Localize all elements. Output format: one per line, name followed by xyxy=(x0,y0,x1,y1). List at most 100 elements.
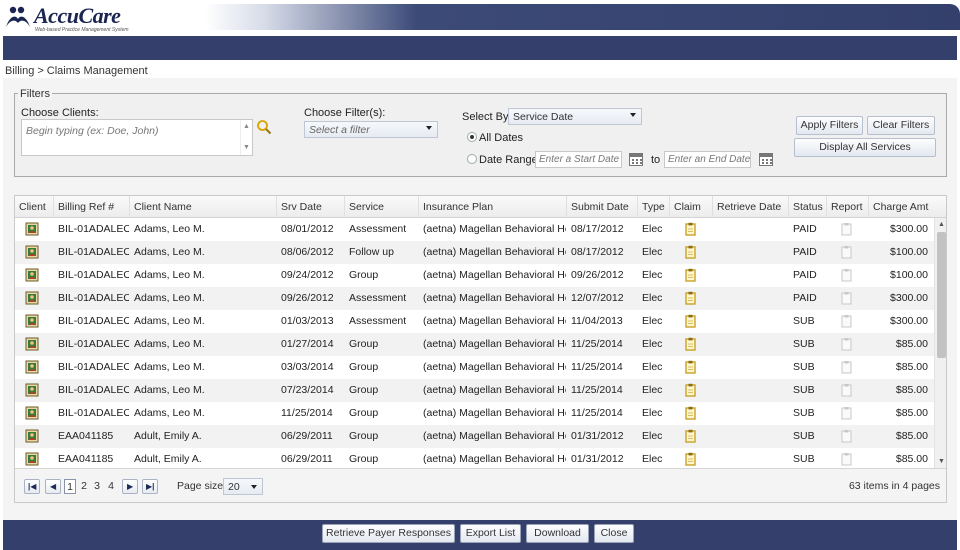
table-row[interactable]: BIL-01ADALEOM Adams, Leo M. 09/24/2012 Grou… xyxy=(15,264,934,287)
scroll-down-icon[interactable]: ▼ xyxy=(938,458,945,465)
clipboard-icon[interactable] xyxy=(685,314,696,328)
report-clipboard-icon[interactable] xyxy=(841,383,852,397)
retrieve-payer-responses-button[interactable]: Retrieve Payer Responses xyxy=(322,524,455,543)
client-search-placeholder: Begin typing (ex: Doe, John) xyxy=(26,125,159,137)
column-header-billing-ref[interactable]: Billing Ref # xyxy=(53,196,129,218)
submit-date-cell: 11/04/2013 xyxy=(571,315,623,327)
start-date-input[interactable]: Enter a Start Date xyxy=(535,151,622,168)
apply-filters-button[interactable]: Apply Filters xyxy=(796,116,863,135)
client-search-input[interactable]: Begin typing (ex: Doe, John) ▲ ▼ xyxy=(21,119,253,156)
report-clipboard-icon[interactable] xyxy=(841,291,852,305)
report-clipboard-icon[interactable] xyxy=(841,429,852,443)
client-record-icon[interactable] xyxy=(25,429,39,443)
table-row[interactable]: BIL-01ADALEOM Adams, Leo M. 08/01/2012 Asse… xyxy=(15,218,934,241)
column-header-client-name[interactable]: Client Name xyxy=(129,196,276,218)
last-page-button[interactable]: ▶| xyxy=(142,479,158,494)
page-number[interactable]: 1 xyxy=(64,479,76,494)
column-header-retrieve-date[interactable]: Retrieve Date xyxy=(712,196,788,218)
report-clipboard-icon[interactable] xyxy=(841,268,852,282)
column-header-report[interactable]: Report xyxy=(826,196,868,218)
client-record-icon[interactable] xyxy=(25,383,39,397)
table-row[interactable]: BIL-01ADALEOM Adams, Leo M. 01/27/2014 Grou… xyxy=(15,333,934,356)
clipboard-icon[interactable] xyxy=(685,222,696,236)
column-header-charge-amt[interactable]: Charge Amt xyxy=(868,196,946,218)
service-cell: Group xyxy=(349,430,379,442)
clipboard-icon[interactable] xyxy=(685,360,696,374)
breadcrumb-billing[interactable]: Billing xyxy=(5,65,34,77)
client-record-icon[interactable] xyxy=(25,360,39,374)
table-row[interactable]: BIL-01ADALEOM Adams, Leo M. 07/23/2014 Grou… xyxy=(15,379,934,402)
page-size-select[interactable]: 20 xyxy=(223,478,263,495)
column-header-service[interactable]: Service xyxy=(344,196,418,218)
app-logo[interactable]: AccuCare Web-based Practice Management S… xyxy=(4,3,204,33)
page-number[interactable]: 3 xyxy=(91,479,103,494)
first-page-button[interactable]: |◀ xyxy=(24,479,40,494)
clear-filters-button[interactable]: Clear Filters xyxy=(867,116,935,135)
column-header-insurance-plan[interactable]: Insurance Plan xyxy=(418,196,566,218)
client-record-icon[interactable] xyxy=(25,245,39,259)
display-all-services-button[interactable]: Display All Services xyxy=(794,138,936,157)
export-list-button[interactable]: Export List xyxy=(460,524,521,543)
clipboard-icon[interactable] xyxy=(685,337,696,351)
client-record-icon[interactable] xyxy=(25,337,39,351)
column-header-claim[interactable]: Claim xyxy=(669,196,712,218)
table-row[interactable]: EAA041185 Adult, Emily A. 06/29/2011 Group (… xyxy=(15,425,934,448)
clipboard-icon[interactable] xyxy=(685,268,696,282)
clipboard-icon[interactable] xyxy=(685,245,696,259)
column-header-type[interactable]: Type xyxy=(637,196,669,218)
page-number[interactable]: 4 xyxy=(105,479,117,494)
date-range-label[interactable]: Date Range xyxy=(479,154,538,166)
clipboard-icon[interactable] xyxy=(685,291,696,305)
table-row[interactable]: BIL-01ADALEOM Adams, Leo M. 01/03/2013 Asse… xyxy=(15,310,934,333)
report-clipboard-icon[interactable] xyxy=(841,360,852,374)
download-button[interactable]: Download xyxy=(526,524,589,543)
all-dates-radio[interactable] xyxy=(467,132,477,142)
table-row[interactable]: BIL-01ADALEOM Adams, Leo M. 11/25/2014 Grou… xyxy=(15,402,934,425)
column-header-submit-date[interactable]: Submit Date xyxy=(566,196,637,218)
clipboard-icon[interactable] xyxy=(685,452,696,466)
client-box-scrollbar[interactable]: ▲ ▼ xyxy=(240,120,252,155)
table-row[interactable]: BIL-01ADALEOM Adams, Leo M. 08/06/2012 Foll… xyxy=(15,241,934,264)
select-by-dropdown[interactable]: Service Date xyxy=(508,108,642,125)
report-clipboard-icon[interactable] xyxy=(841,245,852,259)
clipboard-icon[interactable] xyxy=(685,429,696,443)
scroll-up-icon[interactable]: ▲ xyxy=(243,123,250,130)
grid-vertical-scrollbar[interactable]: ▲ ▼ xyxy=(934,218,946,468)
column-header-status[interactable]: Status xyxy=(788,196,826,218)
prev-page-button[interactable]: ◀ xyxy=(45,479,61,494)
search-icon[interactable] xyxy=(256,119,272,135)
report-clipboard-icon[interactable] xyxy=(841,222,852,236)
calendar-icon[interactable] xyxy=(629,153,643,166)
clipboard-icon[interactable] xyxy=(685,406,696,420)
scrollbar-thumb[interactable] xyxy=(937,232,946,358)
date-range-radio[interactable] xyxy=(467,154,477,164)
scroll-down-icon[interactable]: ▼ xyxy=(243,144,250,151)
report-clipboard-icon[interactable] xyxy=(841,406,852,420)
retrieve-date-cell xyxy=(712,287,788,310)
close-button[interactable]: Close xyxy=(594,524,634,543)
end-date-input[interactable]: Enter an End Date xyxy=(664,151,751,168)
client-record-icon[interactable] xyxy=(25,314,39,328)
client-record-icon[interactable] xyxy=(25,268,39,282)
client-record-icon[interactable] xyxy=(25,291,39,305)
column-header-client[interactable]: Client xyxy=(15,196,53,218)
table-row[interactable]: BIL-01ADALEOM Adams, Leo M. 03/03/2014 Grou… xyxy=(15,356,934,379)
report-clipboard-icon[interactable] xyxy=(841,314,852,328)
report-clipboard-icon[interactable] xyxy=(841,337,852,351)
type-cell: Elec xyxy=(642,315,663,327)
service-cell: Group xyxy=(349,453,379,465)
column-header-srv-date[interactable]: Srv Date xyxy=(276,196,344,218)
calendar-icon[interactable] xyxy=(759,153,773,166)
table-row[interactable]: EAA041185 Adult, Emily A. 06/29/2011 Group (… xyxy=(15,448,934,468)
client-record-icon[interactable] xyxy=(25,406,39,420)
next-page-button[interactable]: ▶ xyxy=(122,479,138,494)
client-record-icon[interactable] xyxy=(25,452,39,466)
page-number[interactable]: 2 xyxy=(78,479,90,494)
table-row[interactable]: BIL-01ADALEOM Adams, Leo M. 09/26/2012 Asse… xyxy=(15,287,934,310)
filter-select[interactable]: Select a filter xyxy=(304,121,438,138)
clipboard-icon[interactable] xyxy=(685,383,696,397)
all-dates-label[interactable]: All Dates xyxy=(479,132,523,144)
client-record-icon[interactable] xyxy=(25,222,39,236)
report-clipboard-icon[interactable] xyxy=(841,452,852,466)
scroll-up-icon[interactable]: ▲ xyxy=(938,221,945,228)
